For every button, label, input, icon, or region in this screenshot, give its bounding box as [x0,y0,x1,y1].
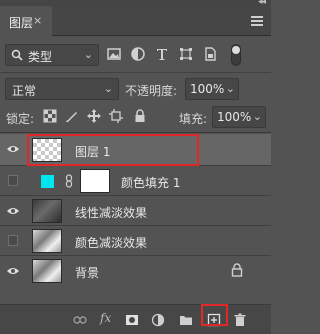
chevron-down-icon[interactable]: ⌄ [253,110,262,123]
filter-kind-label: 类型 [28,50,53,64]
layer-row-linear-dodge[interactable]: 线性减淡效果 [0,196,271,226]
layer-row-color-fill-1[interactable]: 颜色填充 1 [0,166,271,196]
fill-color-swatch [41,175,54,188]
panel-menu-icon[interactable] [251,16,263,26]
tab-close-icon[interactable]: × [33,14,42,27]
lock-image-pixels-icon[interactable] [64,108,80,124]
layer-name[interactable]: 颜色减淡效果 [75,234,147,251]
new-layer-icon[interactable] [207,313,221,327]
lock-icon [231,263,243,277]
fill-value: 100% [217,110,252,124]
layer-name[interactable]: 线性减淡效果 [75,204,147,221]
type-filter-icon[interactable] [154,46,170,62]
smart-object-filter-icon[interactable] [202,46,218,62]
adjustment-filter-icon[interactable] [130,46,146,62]
blend-mode-value: 正常 [12,84,37,98]
layer-name[interactable]: 背景 [75,264,99,281]
chevron-down-icon[interactable]: ⌄ [226,82,235,95]
layer-thumbnail-photo [32,229,62,253]
panel-tab-row: 图层 × [0,6,271,36]
lock-all-icon[interactable] [132,108,148,124]
layer-thumbnail-photo [32,199,62,223]
opacity-value: 100% [190,82,225,96]
add-mask-icon[interactable] [125,313,139,327]
tab-layers-label: 图层 [9,16,34,30]
layer-row-color-dodge[interactable]: 颜色减淡效果 [0,226,271,256]
add-layer-style-fx-icon[interactable]: fx [100,311,111,325]
link-layers-icon[interactable] [73,313,87,327]
filter-toggle-switch[interactable] [231,44,241,66]
layer-name[interactable]: 颜色填充 1 [121,174,180,191]
layer-mask-thumbnail[interactable] [80,169,110,193]
opacity-input[interactable]: 100% ⌄ [185,78,239,100]
shape-filter-icon[interactable] [178,46,194,62]
eye-visibility-icon[interactable] [6,206,20,216]
lock-artboard-icon[interactable] [108,108,124,124]
chevron-down-icon: ⌄ [103,82,113,95]
layer-thumbnail-photo [32,259,62,283]
lock-transparent-pixels-icon[interactable] [42,108,58,124]
divider [0,72,271,73]
layers-empty-area [0,285,271,305]
image-filter-icon[interactable] [106,46,122,62]
lock-position-icon[interactable] [86,108,102,124]
fill-color-thumbnail[interactable] [32,169,62,193]
new-adjustment-layer-icon[interactable] [151,313,165,327]
blend-mode-select[interactable]: 正常 ⌄ [5,78,119,100]
layers-bottom-toolbar: fx [0,304,271,334]
fill-input[interactable]: 100% ⌄ [212,106,266,128]
layer-name[interactable]: 图层 1 [75,143,110,160]
search-icon [11,49,23,61]
visibility-toggle-off[interactable] [8,235,18,246]
opacity-label: 不透明度: [125,84,178,98]
layer-row-layer-1[interactable]: 图层 1 [0,134,271,166]
tab-layers[interactable]: 图层 × [0,6,52,36]
layer-row-background[interactable]: 背景 [0,256,271,286]
link-chain-icon[interactable] [65,174,73,188]
lock-label: 锁定: [6,112,35,126]
visibility-toggle-off[interactable] [8,175,18,186]
eye-visibility-icon[interactable] [6,266,20,276]
fill-label: 填充: [179,112,208,126]
divider [0,132,271,133]
chevron-down-icon: ⌄ [83,48,93,61]
layer-thumbnail-transparent [32,138,62,162]
delete-layer-trash-icon[interactable] [233,313,247,327]
eye-visibility-icon[interactable] [6,144,20,154]
new-group-folder-icon[interactable] [179,313,193,327]
filter-kind-select[interactable]: 类型 ⌄ [5,44,99,66]
